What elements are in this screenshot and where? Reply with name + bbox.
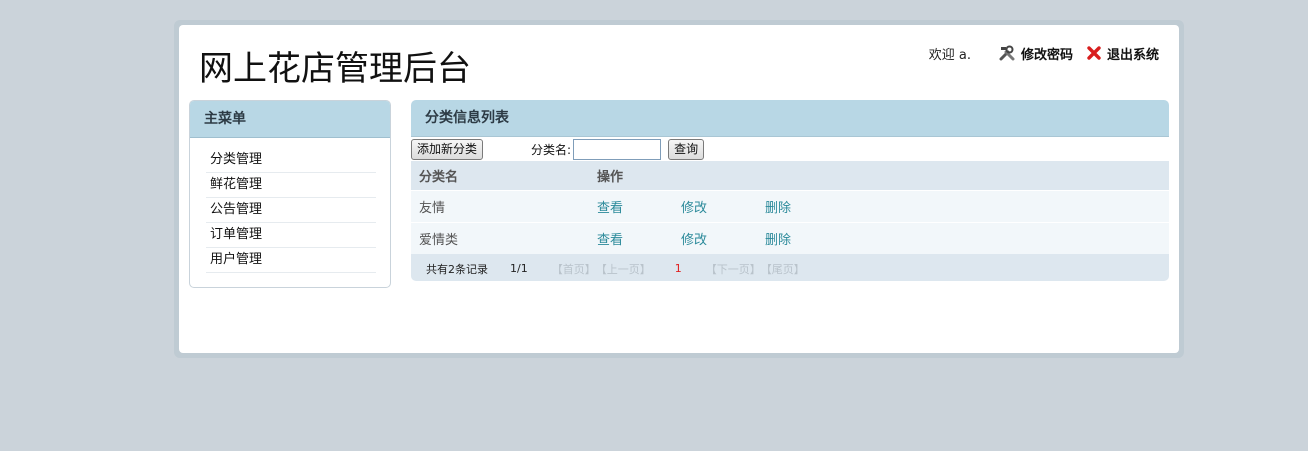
delete-link[interactable]: 删除 bbox=[765, 201, 791, 216]
view-link[interactable]: 查看 bbox=[597, 201, 623, 216]
user-toolbar: 欢迎 a. 修改密码 退出系统 bbox=[929, 43, 1159, 63]
column-header-spacer bbox=[681, 161, 765, 191]
table-row: 友情 查看 修改 删除 bbox=[411, 190, 1169, 223]
logout-label: 退出系统 bbox=[1106, 47, 1159, 63]
add-category-button[interactable]: 添加新分类 bbox=[411, 138, 484, 160]
prev-page-link[interactable]: 【上一页】 bbox=[596, 261, 651, 277]
table-header-row: 分类名 操作 bbox=[411, 161, 1169, 191]
next-page-link[interactable]: 【下一页】 bbox=[706, 261, 761, 277]
last-page-link[interactable]: 【尾页】 bbox=[761, 261, 805, 277]
sidebar-item-users[interactable]: 用户管理 bbox=[206, 248, 376, 273]
edit-link[interactable]: 修改 bbox=[681, 201, 707, 216]
sidebar: 主菜单 分类管理 鲜花管理 公告管理 订单管理 用户管理 bbox=[189, 100, 391, 288]
sidebar-title: 主菜单 bbox=[190, 101, 390, 138]
record-count: 共有2条记录 bbox=[426, 262, 488, 276]
sidebar-item-notices[interactable]: 公告管理 bbox=[206, 198, 376, 223]
current-page-number[interactable]: 1 bbox=[675, 262, 682, 275]
pagination-bar: 共有2条记录 1/1 【首页】 【上一页】 1 【下一页】 【尾页】 bbox=[411, 254, 1169, 281]
view-link[interactable]: 查看 bbox=[597, 233, 623, 248]
content-title: 分类信息列表 bbox=[411, 100, 1169, 137]
outer-frame: 网上花店管理后台 欢迎 a. 修改密码 退出系统 主菜单 分类管理 鲜花管理 公… bbox=[174, 20, 1184, 358]
category-table: 分类名 操作 友情 查看 修改 删除 爱情类 查看 修改 删除 bbox=[411, 161, 1169, 254]
sidebar-menu: 分类管理 鲜花管理 公告管理 订单管理 用户管理 bbox=[190, 148, 390, 273]
page-title: 网上花店管理后台 bbox=[199, 49, 471, 89]
category-name-input[interactable] bbox=[573, 138, 662, 160]
admin-panel: 网上花店管理后台 欢迎 a. 修改密码 退出系统 主菜单 分类管理 鲜花管理 公… bbox=[179, 25, 1179, 353]
page-indicator: 1/1 bbox=[510, 262, 528, 275]
first-page-link[interactable]: 【首页】 bbox=[552, 261, 596, 277]
search-toolbar: 添加新分类 分类名: 查询 bbox=[411, 137, 1169, 161]
search-label: 分类名: bbox=[531, 142, 572, 157]
category-name-cell: 友情 bbox=[411, 190, 597, 223]
change-password-label: 修改密码 bbox=[1020, 47, 1073, 63]
column-header-spacer bbox=[765, 161, 1169, 191]
table-row: 爱情类 查看 修改 删除 bbox=[411, 222, 1169, 254]
edit-link[interactable]: 修改 bbox=[681, 233, 707, 248]
column-header-name: 分类名 bbox=[411, 161, 597, 191]
logout-link[interactable]: 退出系统 bbox=[1087, 44, 1159, 63]
sidebar-item-orders[interactable]: 订单管理 bbox=[206, 223, 376, 248]
column-header-actions: 操作 bbox=[597, 161, 681, 191]
change-password-link[interactable]: 修改密码 bbox=[999, 44, 1073, 63]
welcome-text: 欢迎 a. bbox=[928, 47, 971, 63]
search-button[interactable]: 查询 bbox=[668, 138, 705, 160]
sidebar-item-flowers[interactable]: 鲜花管理 bbox=[206, 173, 376, 198]
category-name-cell: 爱情类 bbox=[411, 222, 597, 254]
delete-link[interactable]: 删除 bbox=[765, 233, 791, 248]
sidebar-item-category[interactable]: 分类管理 bbox=[206, 148, 376, 173]
content-box: 分类信息列表 添加新分类 分类名: 查询 分类名 操作 友情 查看 修改 删除 … bbox=[411, 100, 1169, 281]
close-icon bbox=[1087, 46, 1101, 60]
tools-icon bbox=[999, 45, 1015, 61]
